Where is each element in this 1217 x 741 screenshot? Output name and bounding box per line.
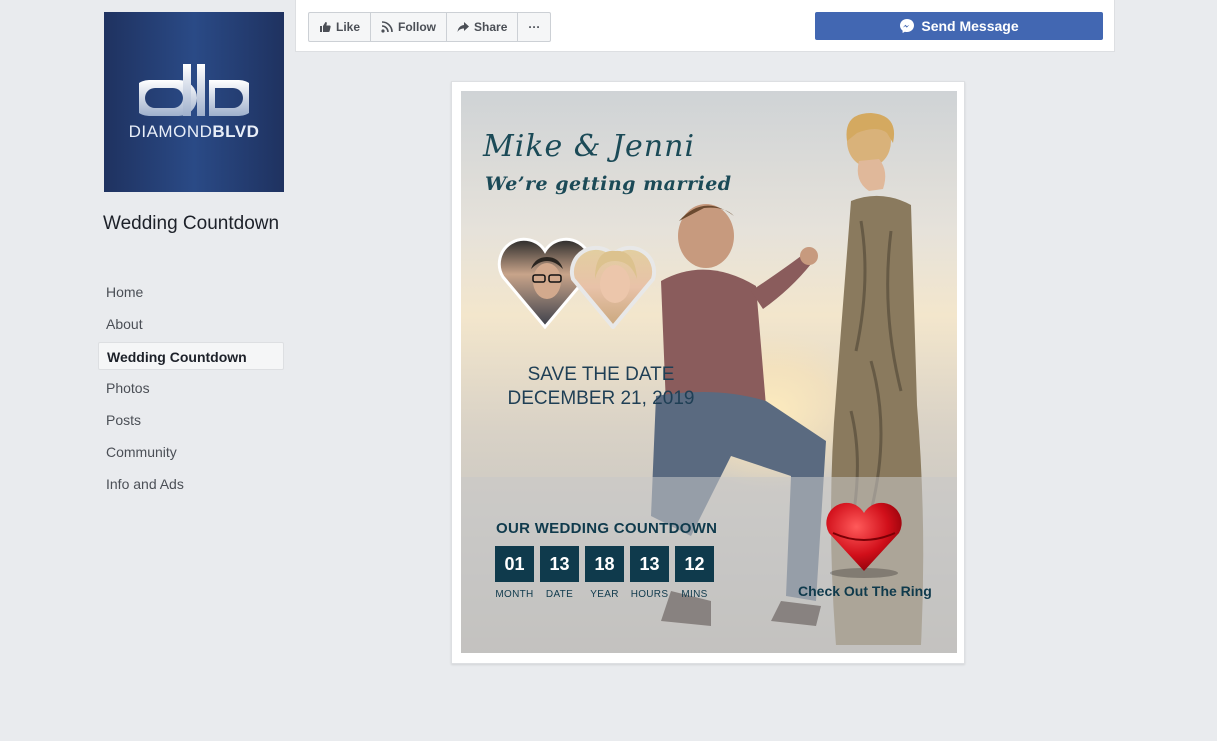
countdown-year: 18 YEAR	[585, 546, 624, 600]
rss-follow-icon	[381, 21, 393, 33]
share-label: Share	[474, 20, 508, 34]
countdown-hours: 13 HOURS	[630, 546, 669, 600]
share-button[interactable]: Share	[447, 13, 519, 41]
countdown-timer: 01 MONTH 13 DATE 18 YEAR 13 HOURS 12 MIN…	[495, 546, 714, 600]
countdown-value: 18	[585, 546, 624, 582]
nav-item-about[interactable]: About	[98, 310, 284, 338]
follow-button[interactable]: Follow	[371, 13, 448, 41]
more-options-button[interactable]: ···	[518, 13, 550, 41]
send-message-button[interactable]: Send Message	[815, 12, 1103, 40]
countdown-date: 13 DATE	[540, 546, 579, 600]
countdown-value: 13	[540, 546, 579, 582]
countdown-label: MONTH	[495, 589, 534, 600]
page-action-bar: Like Follow Share ··· Send Message	[295, 0, 1115, 52]
wedding-date: DECEMBER 21, 2019	[507, 388, 695, 409]
share-arrow-icon	[457, 22, 470, 32]
page-nav: Home About Wedding Countdown Photos Post…	[98, 278, 284, 502]
countdown-label: HOURS	[630, 589, 669, 600]
countdown-label: MINS	[681, 589, 708, 600]
countdown-value: 12	[675, 546, 714, 582]
wedding-tagline: We’re getting married	[485, 173, 732, 195]
nav-item-home[interactable]: Home	[98, 278, 284, 306]
page-logo[interactable]: DIAMONDBLVD	[104, 12, 284, 192]
ring-box-heart-icon[interactable]	[819, 499, 909, 579]
countdown-title: OUR WEDDING COUNTDOWN	[496, 520, 718, 537]
countdown-value: 01	[495, 546, 534, 582]
save-the-date-heading: SAVE THE DATE	[527, 364, 675, 385]
nav-item-photos[interactable]: Photos	[98, 374, 284, 402]
messenger-icon	[900, 19, 915, 33]
countdown-month: 01 MONTH	[495, 546, 534, 600]
nav-item-wedding-countdown[interactable]: Wedding Countdown	[98, 342, 284, 370]
send-message-label: Send Message	[921, 18, 1019, 34]
logo-wordmark: DIAMONDBLVD	[128, 122, 260, 141]
nav-item-community[interactable]: Community	[98, 438, 284, 466]
more-dots-icon: ···	[528, 20, 541, 34]
save-the-date: SAVE THE DATE DECEMBER 21, 2019	[501, 363, 701, 411]
diamond-blvd-logo-icon	[139, 64, 249, 116]
nav-item-posts[interactable]: Posts	[98, 406, 284, 434]
follow-label: Follow	[398, 20, 437, 34]
countdown-label: YEAR	[590, 589, 619, 600]
action-button-group: Like Follow Share ···	[308, 12, 552, 42]
countdown-mins: 12 MINS	[675, 546, 714, 600]
page-title[interactable]: Wedding Countdown	[103, 210, 283, 238]
check-ring-link[interactable]: Check Out The Ring	[798, 583, 932, 599]
wedding-poster: Mike & Jenni We’re getting married SAVE …	[461, 91, 957, 653]
countdown-card: Mike & Jenni We’re getting married SAVE …	[451, 81, 965, 664]
countdown-label: DATE	[545, 589, 574, 600]
couple-heart-photos	[497, 237, 657, 329]
nav-item-info-and-ads[interactable]: Info and Ads	[98, 470, 284, 498]
thumbs-up-icon	[320, 22, 331, 32]
like-label: Like	[336, 20, 361, 34]
couple-names: Mike & Jenni	[483, 129, 696, 164]
like-button[interactable]: Like	[309, 13, 372, 41]
countdown-value: 13	[630, 546, 669, 582]
